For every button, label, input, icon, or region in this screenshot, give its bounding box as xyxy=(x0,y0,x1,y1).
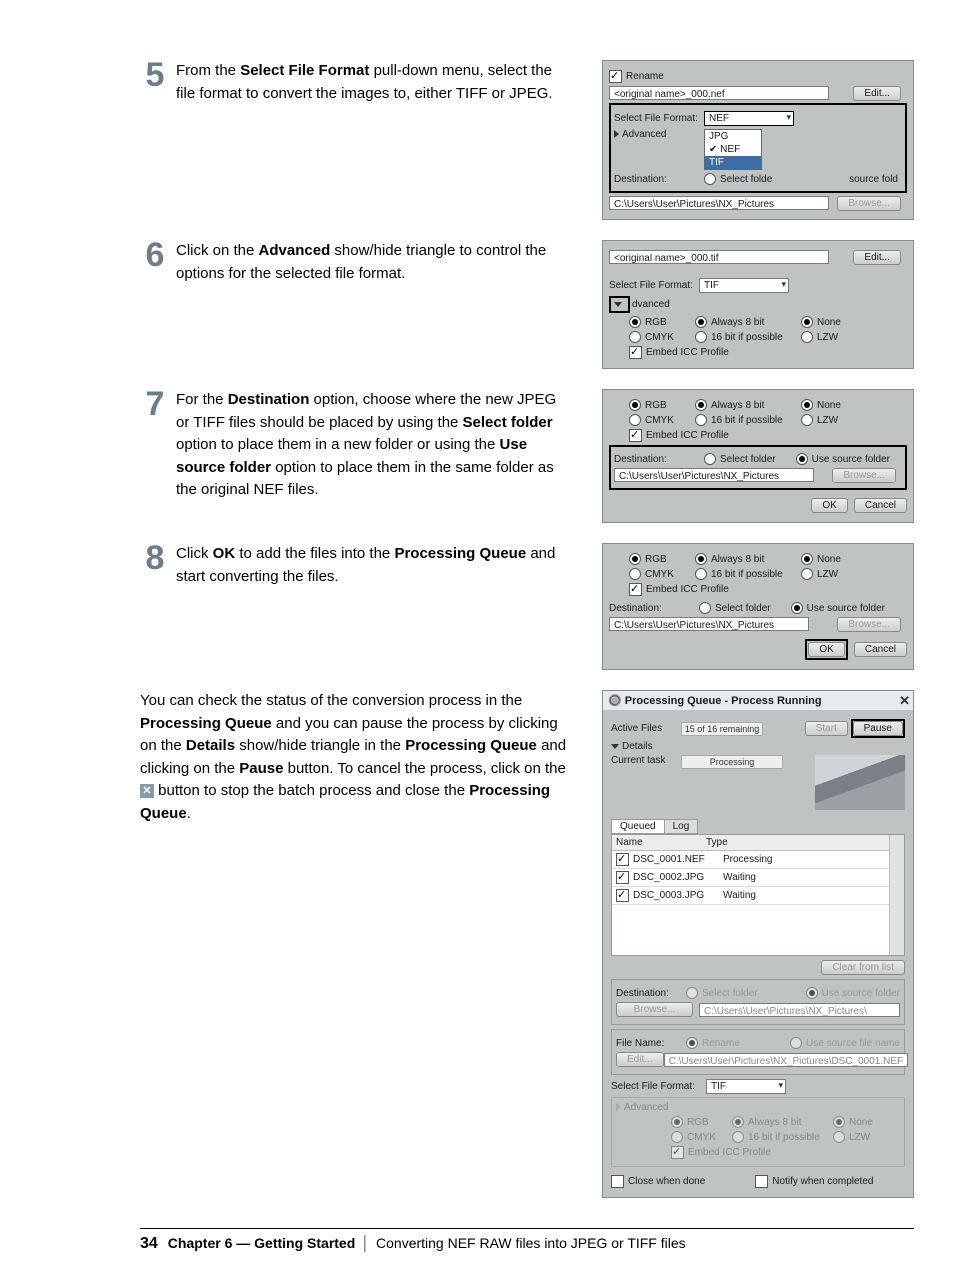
screenshot-5: Rename <original name>_000.nefEdit... Se… xyxy=(602,60,914,220)
close-icon xyxy=(140,784,154,798)
cancel-button: Cancel xyxy=(854,498,907,513)
preview-thumbnail xyxy=(815,755,905,810)
step-number-8: 8 xyxy=(140,541,170,588)
filename-path: C:\Users\User\Pictures\NX_Pictures\DSC_0… xyxy=(664,1053,909,1067)
ok-button: OK xyxy=(811,498,847,513)
path-field: C:\Users\User\Pictures\NX_Pictures xyxy=(609,196,829,210)
file-format-dropdown: TIF xyxy=(699,278,789,293)
use-source-radio xyxy=(796,453,808,465)
ok-button: OK xyxy=(808,642,844,657)
step-number-7: 7 xyxy=(140,387,170,502)
page-footer: 34 Chapter 6 — Getting Started│Convertin… xyxy=(140,1228,914,1253)
step-6-text: Click on the Advanced show/hide triangle… xyxy=(170,240,570,285)
select-folder-radio xyxy=(704,173,716,185)
scrollbar xyxy=(889,835,904,955)
screenshot-6: <original name>_000.tifEdit... Select Fi… xyxy=(602,240,914,369)
path-field: C:\Users\User\Pictures\NX_Pictures xyxy=(614,468,814,482)
details-triangle xyxy=(611,744,619,749)
rename-checkbox xyxy=(609,70,622,83)
step-number-5: 5 xyxy=(140,58,170,105)
browse-button: Browse... xyxy=(616,1002,693,1017)
screenshot-7: RGBAlways 8 bitNone CMYK16 bit if possib… xyxy=(602,389,914,523)
icc-checkbox xyxy=(629,346,642,359)
filename-field: <original name>_000.nef xyxy=(609,86,829,100)
remaining-progress: 15 of 16 remaining xyxy=(681,722,763,736)
start-button: Start xyxy=(805,721,848,736)
edit-button: Edit... xyxy=(616,1052,664,1067)
browse-button: Browse... xyxy=(832,468,896,483)
closing-paragraph: You can check the status of the conversi… xyxy=(140,690,570,825)
file-format-dropdown: NEF xyxy=(704,111,794,126)
filename-field: <original name>_000.tif xyxy=(609,250,829,264)
step-5-text: From the Select File Format pull-down me… xyxy=(170,60,570,105)
file-format-dropdown: TIF xyxy=(706,1079,786,1094)
clear-button: Clear from list xyxy=(821,960,905,975)
queue-table: NameType DSC_0001.NEFProcessing DSC_0002… xyxy=(611,834,905,956)
format-menu: JPG ✔ NEF TIF xyxy=(704,129,762,170)
step-7-text: For the Destination option, choose where… xyxy=(170,389,570,502)
dest-path: C:\Users\User\Pictures\NX_Pictures\ xyxy=(699,1003,900,1017)
processing-queue-screenshot: 🔘 Processing Queue - Process Running✕ Ac… xyxy=(602,690,914,1198)
queued-tab: Queued xyxy=(611,819,665,834)
pause-button: Pause xyxy=(853,721,903,736)
close-icon: ✕ xyxy=(899,693,910,709)
cancel-button: Cancel xyxy=(854,642,907,657)
edit-button: Edit... xyxy=(853,250,901,265)
browse-button: Browse... xyxy=(837,196,901,211)
log-tab: Log xyxy=(664,819,699,834)
path-field: C:\Users\User\Pictures\NX_Pictures xyxy=(609,617,809,631)
browse-button: Browse... xyxy=(837,617,901,632)
task-progress: Processing xyxy=(681,755,783,769)
screenshot-8: RGBAlways 8 bitNone CMYK16 bit if possib… xyxy=(602,543,914,670)
step-8-text: Click OK to add the files into the Proce… xyxy=(170,543,570,588)
page-number: 34 xyxy=(140,1235,158,1253)
step-number-6: 6 xyxy=(140,238,170,285)
advanced-triangle xyxy=(614,302,622,307)
edit-button: Edit... xyxy=(853,86,901,101)
